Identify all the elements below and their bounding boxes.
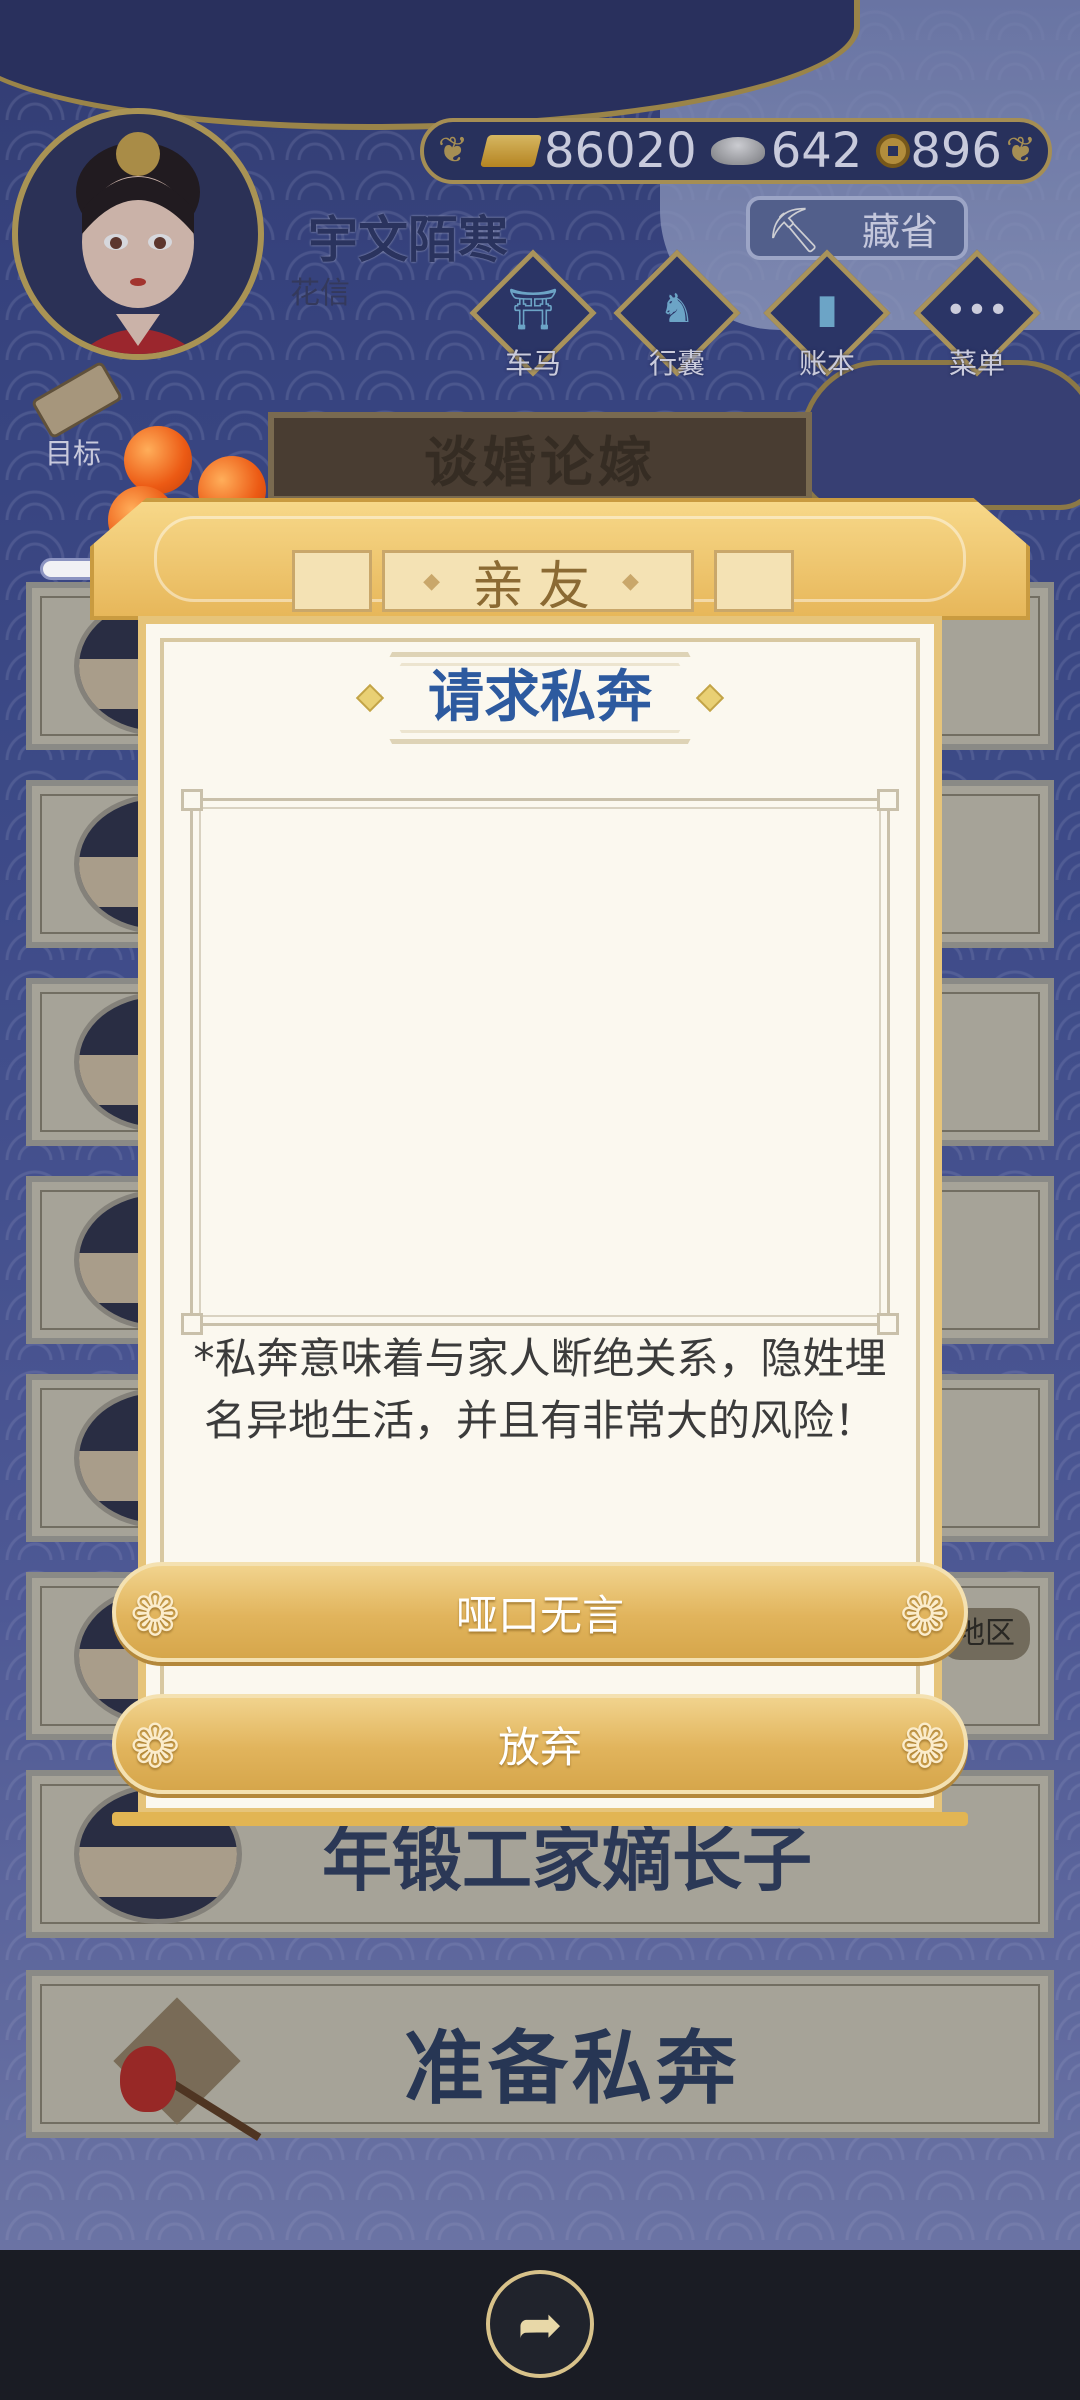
illustration-frame xyxy=(181,789,899,1335)
swirl-ornament-icon: ❁ xyxy=(899,1712,950,1782)
haw-fruit xyxy=(124,426,192,494)
tab-placeholder-right xyxy=(714,550,794,612)
dialog-title: 请求私奔 xyxy=(428,665,652,730)
speechless-button[interactable]: ❁ 哑口无言 ❁ xyxy=(112,1562,968,1662)
diamond-dot-icon: ◆ xyxy=(423,568,454,594)
swirl-ornament-icon: ❁ xyxy=(130,1580,181,1650)
tab-placeholder-left xyxy=(292,550,372,612)
give-up-button[interactable]: ❁ 放弃 ❁ xyxy=(112,1694,968,1794)
warning-note: *私奔意味着与家人断绝关系，隐姓埋名异地生活，并且有非常大的风险！ xyxy=(193,1334,887,1445)
give-up-button-label: 放弃 xyxy=(497,1722,582,1772)
frame-corner xyxy=(181,789,203,811)
tab-relatives[interactable]: ◆ 亲友 ◆ xyxy=(382,550,694,617)
share-icon: ➦ xyxy=(517,2292,563,2356)
frame-corner xyxy=(877,789,899,811)
speechless-button-label: 哑口无言 xyxy=(455,1590,624,1640)
elope-request-dialog: ◆ 亲友 ◆ 请求私奔 *私奔意味着与家人断绝关系，隐姓埋名异地生活，并且有非常… xyxy=(90,498,1030,1826)
swirl-ornament-icon: ❁ xyxy=(130,1712,181,1782)
share-button[interactable]: ➦ xyxy=(486,2270,594,2378)
dialog-title-plate: 请求私奔 xyxy=(355,652,725,744)
dialog-base-bar xyxy=(112,1812,968,1826)
diamond-dot-icon: ◆ xyxy=(622,568,653,594)
tab-relatives-label: 亲友 xyxy=(471,556,604,617)
swirl-ornament-icon: ❁ xyxy=(899,1580,950,1650)
